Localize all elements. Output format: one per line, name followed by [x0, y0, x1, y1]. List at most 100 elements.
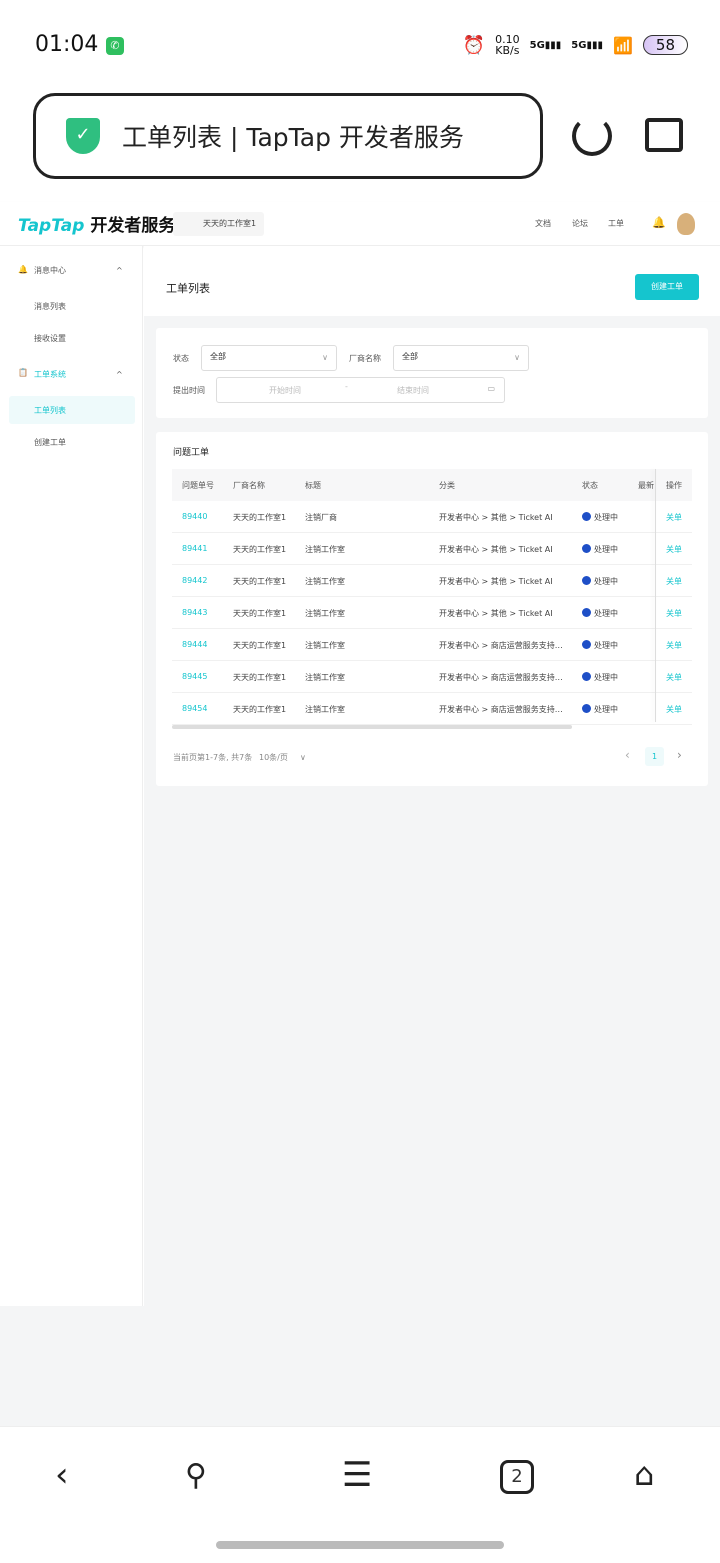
sidebar-active-bg: [9, 396, 135, 424]
header-id: 问题单号: [182, 481, 214, 490]
ticket-id-link[interactable]: 89442: [182, 576, 207, 585]
status-cell: 处理中: [582, 640, 618, 651]
status-value: 全部: [210, 352, 226, 361]
ticket-id-link-text: 89441: [182, 544, 208, 553]
status-cell: 处理中: [582, 544, 618, 555]
logo[interactable]: TapTap 开发者服务: [18, 211, 175, 236]
clock-icon: [582, 704, 591, 713]
status-cell: 处理中: [582, 672, 618, 683]
sidebar-item-message-list[interactable]: 消息列表: [34, 301, 66, 312]
nav-tickets[interactable]: 工单: [608, 218, 624, 229]
start-date-input[interactable]: 开始时间: [269, 385, 301, 396]
status-cell-text: 处理中: [594, 705, 618, 714]
chevron-down-icon[interactable]: ∨: [300, 753, 306, 762]
header-category: 分类: [439, 481, 455, 490]
nav-docs[interactable]: 文档: [535, 218, 551, 229]
ticket-id-link[interactable]: 89444: [182, 640, 207, 649]
category-cell-text: 开发者中心 > 其他 > Ticket AI: [439, 609, 553, 618]
page-size-select[interactable]: 10条/页: [259, 752, 288, 763]
vendor-select[interactable]: 全部 ∨: [393, 345, 529, 371]
chevron-down-icon: ∨: [514, 353, 520, 362]
status-cell: 处理中: [582, 512, 618, 523]
sidebar-group-messages[interactable]: 消息中心: [34, 265, 66, 276]
ticket-id-link[interactable]: 89441: [182, 544, 207, 553]
title-cell-text: 注销工作室: [305, 609, 345, 618]
header-title: 标题: [305, 481, 321, 490]
chevron-up-icon[interactable]: ^: [116, 370, 123, 379]
page-1-button[interactable]: 1: [645, 747, 664, 766]
speed-unit: KB/s: [495, 44, 520, 57]
home-indicator[interactable]: [216, 1541, 504, 1549]
vendor-cell: 天天的工作室1: [233, 704, 286, 715]
vendor-cell-text: 天天的工作室1: [233, 705, 287, 714]
ticket-id-link[interactable]: 89454: [182, 704, 207, 713]
signal-icon: 5G▮▮▮: [529, 39, 562, 51]
bell-icon[interactable]: 🔔: [652, 216, 666, 229]
title-cell-text: 注销工作室: [305, 705, 345, 714]
vendor-label: 厂商名称: [349, 354, 381, 363]
ticket-id-link-text: 89443: [182, 608, 208, 617]
prev-page-button[interactable]: ‹: [625, 748, 630, 762]
close-ticket-link[interactable]: 关单: [666, 704, 682, 715]
close-ticket-link[interactable]: 关单: [666, 608, 682, 619]
category-cell: 开发者中心 > 其他 > Ticket AI: [439, 608, 553, 619]
sidebar-group-tickets[interactable]: 工单系统: [34, 369, 66, 380]
status-cell: 处理中: [582, 576, 618, 587]
category-cell: 开发者中心 > 其他 > Ticket AI: [439, 544, 553, 555]
reload-icon[interactable]: [572, 116, 612, 156]
category-cell-text: 开发者中心 > 商店运营服务支持…: [439, 641, 563, 650]
home-icon[interactable]: ⌂: [634, 1455, 654, 1493]
ticket-id-link[interactable]: 89443: [182, 608, 207, 617]
ticket-id-link[interactable]: 89440: [182, 512, 207, 521]
address-bar[interactable]: ✓ 工单列表 | TapTap 开发者服务: [33, 93, 543, 179]
chevron-up-icon[interactable]: ^: [116, 266, 123, 275]
table-row: [172, 596, 692, 597]
close-ticket-link[interactable]: 关单: [666, 544, 682, 555]
vendor-cell: 天天的工作室1: [233, 608, 286, 619]
sidebar-item-ticket-list[interactable]: 工单列表: [34, 405, 66, 416]
menu-icon[interactable]: ☰: [342, 1455, 372, 1495]
status-cell-text: 处理中: [594, 673, 618, 682]
category-cell: 开发者中心 > 商店运营服务支持…: [439, 704, 563, 715]
close-ticket-link[interactable]: 关单: [666, 512, 682, 523]
close-ticket-link-text: 关单: [666, 673, 682, 682]
nav-forum[interactable]: 论坛: [572, 218, 588, 229]
vendor-cell-text: 天天的工作室1: [233, 577, 287, 586]
search-icon[interactable]: ⚲: [185, 1458, 207, 1493]
vendor-cell-text: 天天的工作室1: [233, 545, 287, 554]
table-row: [172, 628, 692, 629]
header-actions: 操作: [666, 481, 682, 490]
sidebar-item-create-ticket[interactable]: 创建工单: [34, 437, 66, 448]
status-select[interactable]: 全部 ∨: [201, 345, 337, 371]
title-cell: 注销工作室: [305, 608, 345, 619]
table-title: 问题工单: [173, 448, 210, 458]
status-cell-text: 处理中: [594, 545, 618, 554]
ticket-id-link-text: 89444: [182, 640, 208, 649]
close-ticket-link[interactable]: 关单: [666, 576, 682, 587]
clock-icon: [582, 672, 591, 681]
header-latest: 最新: [638, 481, 654, 490]
net2: 5G: [571, 39, 587, 51]
ticket-id-link[interactable]: 89445: [182, 672, 207, 681]
close-ticket-link-text: 关单: [666, 545, 682, 554]
next-page-button[interactable]: ›: [677, 748, 682, 762]
create-ticket-button[interactable]: 创建工单: [635, 274, 699, 300]
page-bottom: [0, 1306, 720, 1426]
tabs-button[interactable]: 2: [500, 1460, 534, 1494]
title-cell-text: 注销工作室: [305, 577, 345, 586]
close-ticket-link[interactable]: 关单: [666, 672, 682, 683]
avatar[interactable]: [677, 213, 695, 235]
toolbox-icon[interactable]: [645, 118, 683, 152]
close-ticket-link-text: 关单: [666, 705, 682, 714]
ticket-id-link-text: 89454: [182, 704, 208, 713]
category-cell: 开发者中心 > 商店运营服务支持…: [439, 672, 563, 683]
horizontal-scrollbar[interactable]: [172, 725, 572, 729]
back-icon[interactable]: ‹: [55, 1455, 69, 1495]
status-label: 状态: [173, 354, 189, 363]
end-date-input[interactable]: 结束时间: [397, 385, 429, 396]
close-ticket-link[interactable]: 关单: [666, 640, 682, 651]
date-range-picker[interactable]: 开始时间 - 结束时间 ▭: [216, 377, 505, 403]
sidebar-item-receive-settings[interactable]: 接收设置: [34, 333, 66, 344]
studio-switcher[interactable]: 天天的工作室1: [173, 212, 264, 236]
vendor-cell-text: 天天的工作室1: [233, 673, 287, 682]
